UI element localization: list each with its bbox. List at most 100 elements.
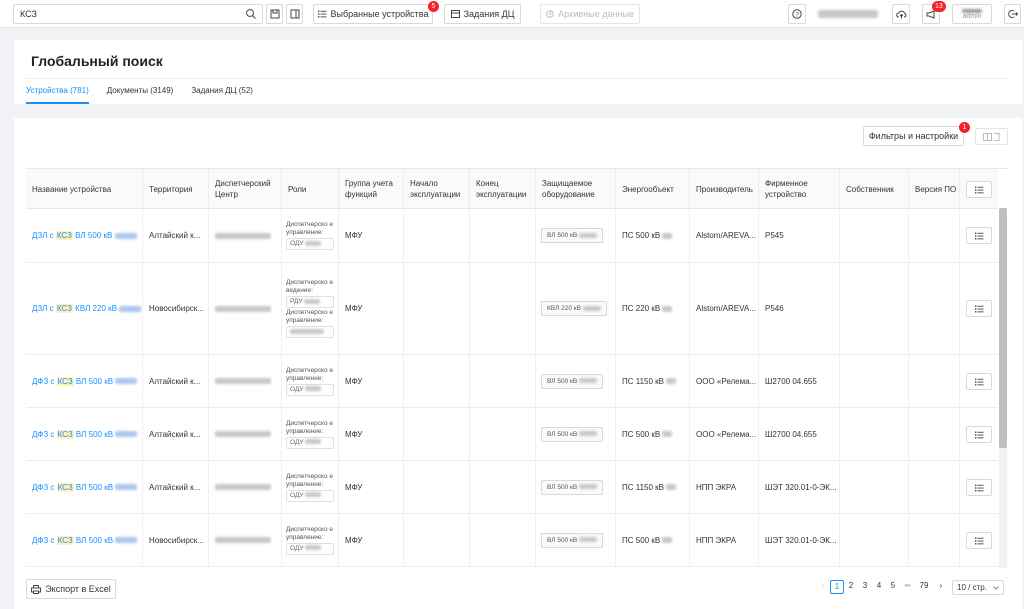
user-role: admin: [962, 12, 982, 20]
filters-settings-label: Фильтры и настройки: [868, 131, 959, 141]
device-name-link[interactable]: ДЗЛ с КСЗ КВЛ 220 кВ: [32, 304, 142, 313]
cell-device-name[interactable]: ДФЗ с КСЗ ВЛ 500 кВ: [26, 355, 143, 407]
table-row[interactable]: ДЗЛ с КСЗ КВЛ 220 кВ Новосибирск... Дисп…: [26, 263, 998, 355]
notifications-badge: 13: [932, 1, 946, 12]
col-roles[interactable]: Роли: [282, 169, 339, 209]
page-3[interactable]: 3: [858, 580, 872, 594]
next-page-arrow-icon[interactable]: ›: [934, 580, 948, 594]
row-actions-button[interactable]: [966, 426, 992, 443]
col-software-version[interactable]: Версия ПО: [909, 169, 960, 209]
table-row[interactable]: ДФЗ с КСЗ ВЛ 500 кВ Новосибирск... Диспе…: [26, 514, 998, 567]
device-name-link[interactable]: ДФЗ с КСЗ ВЛ 500 кВ: [32, 429, 138, 439]
logout-icon: [1007, 10, 1018, 18]
cell-protected-equipment: ВЛ 500 кВ: [536, 355, 616, 407]
cell-device-name[interactable]: ДЗЛ с КСЗ ВЛ 500 кВ: [26, 209, 143, 262]
tab-devices[interactable]: Устройства (781): [26, 86, 89, 104]
tab-dc-tasks[interactable]: Задания ДЦ (52): [191, 86, 253, 104]
page-last[interactable]: 79: [914, 580, 934, 594]
role-label: Диспетчерско е управление:: [286, 525, 333, 541]
selected-devices-badge: 5: [428, 1, 439, 12]
search-tabs: Устройства (781) Документы (3149) Задани…: [26, 86, 253, 104]
cell-owner: [840, 514, 909, 566]
user-menu-button[interactable]: admin: [952, 4, 992, 24]
upload-button[interactable]: [892, 4, 910, 24]
table-row[interactable]: ДФЗ с КСЗ ВЛ 500 кВ Алтайский к... Диспе…: [26, 355, 998, 408]
selected-devices-button[interactable]: Выбранные устройства: [313, 4, 433, 24]
page-1[interactable]: 1: [830, 580, 844, 594]
col-owner[interactable]: Собственник: [840, 169, 909, 209]
equipment-blurred: [578, 378, 597, 384]
page-4[interactable]: 4: [872, 580, 886, 594]
save-search-button[interactable]: [266, 4, 283, 24]
equipment-blurred: [578, 484, 597, 490]
table-row[interactable]: ДЗЛ с КСЗ ВЛ 500 кВ Алтайский к... Диспе…: [26, 209, 998, 263]
row-actions-button[interactable]: [966, 479, 992, 496]
page-size-select[interactable]: 10 / стр.: [952, 580, 1004, 595]
equipment-tag: ВЛ 500 кВ: [541, 228, 603, 243]
cell-function-group: МФУ: [339, 263, 404, 354]
export-excel-button[interactable]: Экспорт в Excel: [26, 579, 116, 599]
col-protected-equipment[interactable]: Защищаемое оборудование: [536, 169, 616, 209]
cell-device-name[interactable]: ДЗЛ с КСЗ КВЛ 220 кВ: [26, 263, 143, 354]
device-name-link[interactable]: ДФЗ с КСЗ ВЛ 500 кВ: [32, 376, 138, 386]
tasks-icon: [450, 10, 460, 18]
cell-branded-device: ШЭТ 320.01-0-ЭК...: [759, 461, 840, 513]
page-ellipsis[interactable]: •••: [900, 580, 914, 594]
device-name-link[interactable]: ДЗЛ с КСЗ ВЛ 500 кВ: [32, 231, 137, 240]
cell-device-name[interactable]: ДФЗ с КСЗ ВЛ 500 кВ: [26, 461, 143, 513]
table-row[interactable]: ДФЗ с КСЗ ВЛ 500 кВ Алтайский к... Диспе…: [26, 461, 998, 514]
equipment-tag: ВЛ 500 кВ: [541, 532, 603, 548]
col-device-name[interactable]: Название устройства: [26, 169, 143, 209]
cell-device-name[interactable]: ДФЗ с КСЗ ВЛ 500 кВ: [26, 514, 143, 566]
search-icon[interactable]: [245, 8, 257, 20]
cell-protected-equipment: ВЛ 500 кВ: [536, 514, 616, 566]
energy-object-blurred: [666, 484, 677, 490]
cell-owner: [840, 408, 909, 460]
cell-device-name[interactable]: ДФЗ с КСЗ ВЛ 500 кВ: [26, 408, 143, 460]
column-settings-button[interactable]: [966, 181, 992, 198]
cell-branded-device: ШЭТ 320.01-0-ЭК...: [759, 514, 840, 566]
devices-table: Название устройства Территория Диспетчер…: [26, 168, 1008, 568]
role-tag: ОДУ: [286, 542, 334, 555]
col-vendor[interactable]: Производитель: [690, 169, 759, 209]
global-search-input[interactable]: КСЗ: [13, 4, 263, 24]
energy-object-blurred: [662, 305, 673, 312]
row-actions-button[interactable]: [966, 300, 992, 317]
col-territory[interactable]: Территория: [143, 169, 209, 209]
page-5[interactable]: 5: [886, 580, 900, 594]
col-branded-device[interactable]: Фирменное устройство: [759, 169, 840, 209]
col-energy-object[interactable]: Энергообъект: [616, 169, 690, 209]
cell-protected-equipment: ВЛ 500 кВ: [536, 209, 616, 262]
save-icon: [270, 9, 279, 19]
row-actions-button[interactable]: [966, 532, 992, 549]
cell-vendor: Alstom/AREVA...: [690, 263, 759, 354]
cell-start-date: [404, 263, 470, 354]
table-row[interactable]: ДФЗ с КСЗ ВЛ 500 кВ Алтайский к... Диспе…: [26, 408, 998, 461]
col-end-date[interactable]: Конец эксплуатации: [470, 169, 536, 209]
cell-vendor: ООО «Релема...: [690, 355, 759, 407]
table-scrollbar-thumb[interactable]: [999, 208, 1007, 448]
export-excel-label: Экспорт в Excel: [45, 584, 111, 594]
view-toggle-button[interactable]: [975, 128, 1008, 145]
device-name-link[interactable]: ДФЗ с КСЗ ВЛ 500 кВ: [32, 535, 138, 545]
cell-dispatch-center: [209, 263, 282, 354]
row-actions-button[interactable]: [966, 373, 992, 390]
row-actions-button[interactable]: [966, 227, 992, 244]
panel-toggle-button[interactable]: [286, 4, 303, 24]
cell-function-group: МФУ: [339, 408, 404, 460]
col-function-group[interactable]: Группа учета функций: [339, 169, 404, 209]
help-button[interactable]: ?: [788, 4, 806, 24]
archive-data-button[interactable]: Архивные данные: [540, 4, 640, 24]
cell-energy-object: ПС 500 кВ: [616, 408, 690, 460]
page-2[interactable]: 2: [844, 580, 858, 594]
cell-owner: [840, 461, 909, 513]
prev-page-arrow-icon[interactable]: ‹: [816, 580, 830, 594]
dc-tasks-button[interactable]: Задания ДЦ: [444, 4, 521, 24]
col-start-date[interactable]: Начало эксплуатации: [404, 169, 470, 209]
logout-button[interactable]: [1004, 4, 1021, 24]
device-name-link[interactable]: ДФЗ с КСЗ ВЛ 500 кВ: [32, 482, 138, 492]
cell-dispatch-center: [209, 209, 282, 262]
col-dispatch-center[interactable]: Диспетчерский Центр: [209, 169, 282, 209]
tab-documents[interactable]: Документы (3149): [107, 86, 174, 104]
filters-settings-button[interactable]: Фильтры и настройки: [863, 126, 964, 146]
